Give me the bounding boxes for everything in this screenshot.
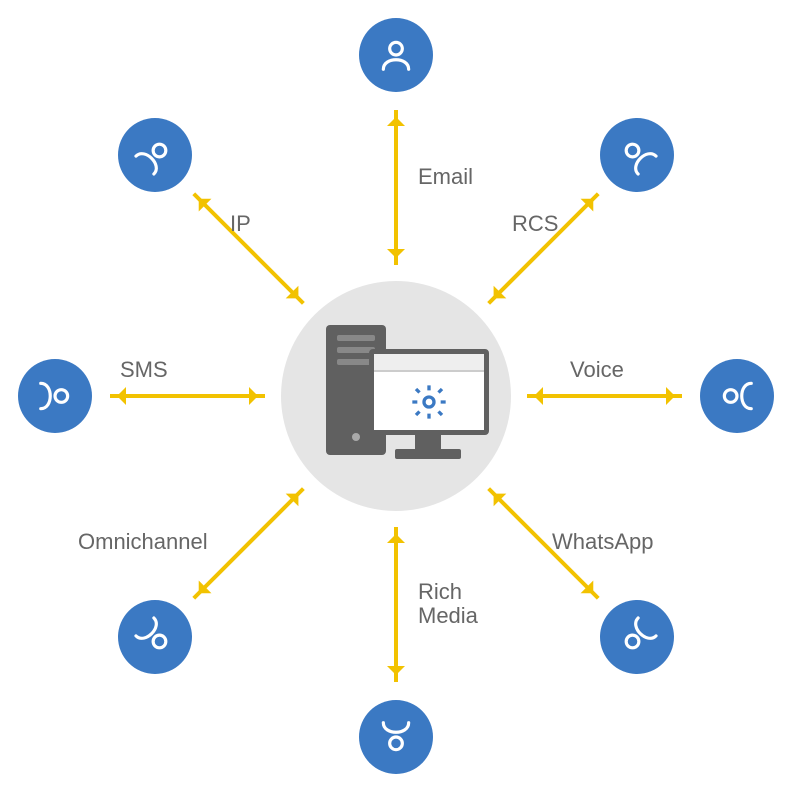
node-email: [359, 18, 433, 92]
gear-icon: [409, 382, 449, 427]
central-hub: [281, 281, 511, 511]
arrow-richmedia: [394, 527, 398, 682]
person-icon: [128, 610, 182, 664]
label-rcs: RCS: [512, 212, 558, 236]
arrow-omnichannel: [192, 487, 304, 599]
arrow-rcs: [487, 192, 599, 304]
node-rcs: [600, 118, 674, 192]
monitor-base: [395, 449, 461, 459]
person-icon: [610, 128, 664, 182]
node-richmedia: [359, 700, 433, 774]
arrow-email: [394, 110, 398, 265]
label-richmedia: Rich Media: [418, 580, 478, 628]
person-icon: [128, 128, 182, 182]
person-icon: [377, 718, 415, 756]
label-omnichannel: Omnichannel: [78, 530, 208, 554]
label-whatsapp: WhatsApp: [552, 530, 654, 554]
diagram-stage: Email RCS Voice WhatsApp Rich Media Omni…: [0, 0, 792, 792]
label-sms: SMS: [120, 358, 168, 382]
label-email: Email: [418, 165, 473, 189]
label-ip: IP: [230, 212, 251, 236]
computer-monitor-icon: [369, 349, 489, 435]
person-icon: [610, 610, 664, 664]
label-voice: Voice: [570, 358, 624, 382]
node-ip: [118, 118, 192, 192]
arrow-ip: [192, 192, 304, 304]
node-omnichannel: [118, 600, 192, 674]
node-voice: [700, 359, 774, 433]
person-icon: [36, 377, 74, 415]
arrow-sms: [110, 394, 265, 398]
arrow-voice: [527, 394, 682, 398]
node-whatsapp: [600, 600, 674, 674]
node-sms: [18, 359, 92, 433]
person-icon: [718, 377, 756, 415]
monitor-stand: [415, 435, 441, 449]
person-icon: [377, 36, 415, 74]
